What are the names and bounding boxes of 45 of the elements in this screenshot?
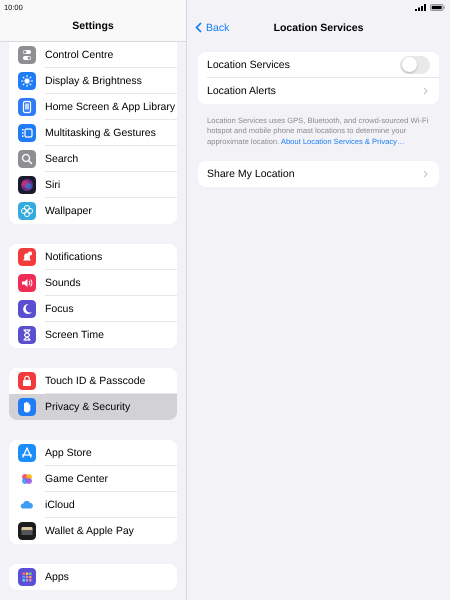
sidebar-item[interactable]: Sounds [9,270,177,296]
multitask-icon [18,124,36,142]
battery-icon [430,4,445,10]
search-icon [18,150,36,168]
sidebar-title: Settings [72,20,114,32]
sidebar-item[interactable]: Siri [9,172,177,198]
phone-screen-icon [18,98,36,116]
sidebar-item[interactable]: Privacy & Security [9,394,177,420]
sidebar-item[interactable]: Wallet & Apple Pay [9,518,177,544]
moon-icon [18,300,36,318]
page-title: Location Services [274,22,364,34]
sidebar-item[interactable]: Apps [9,564,177,590]
speaker-icon [18,274,36,292]
sidebar-item[interactable]: Notifications [9,244,177,270]
toggle-switch[interactable] [400,56,430,74]
setting-row[interactable]: Location Alerts [207,78,439,104]
store-icon [18,444,36,462]
sidebar-item[interactable]: Game Center [9,466,177,492]
setting-label: Location Services [207,58,290,70]
sidebar-item[interactable]: Search [9,146,177,172]
lock-icon [18,372,36,390]
chevron-icon [423,87,428,95]
sidebar-item[interactable]: Screen Time [9,322,177,348]
sidebar-item[interactable]: App Store [9,440,177,466]
sidebar-item[interactable]: Multitasking & Gestures [9,120,177,146]
sidebar-item[interactable]: Wallpaper [9,198,177,224]
sidebar-item[interactable]: Display & Brightness [9,68,177,94]
sun-icon [18,72,36,90]
hourglass-icon [18,326,36,344]
sidebar-item[interactable]: Focus [9,296,177,322]
setting-row[interactable]: Share My Location [207,161,439,188]
bell-icon [18,248,36,266]
signal-icon [415,4,427,10]
wallet-icon [18,522,36,540]
sidebar-item[interactable]: Control Centre [9,42,177,68]
sidebar-item[interactable]: Home Screen & App Library [9,94,177,120]
hand-icon [18,398,36,416]
orb-icon [18,176,36,194]
switches-icon [18,46,36,64]
apps-grid-icon [18,568,36,586]
back-button[interactable]: Back [193,20,232,36]
back-chevron-icon [195,22,202,33]
flower-icon [18,202,36,220]
chevron-icon [423,170,428,178]
sidebar-item[interactable]: iCloud [9,492,177,518]
